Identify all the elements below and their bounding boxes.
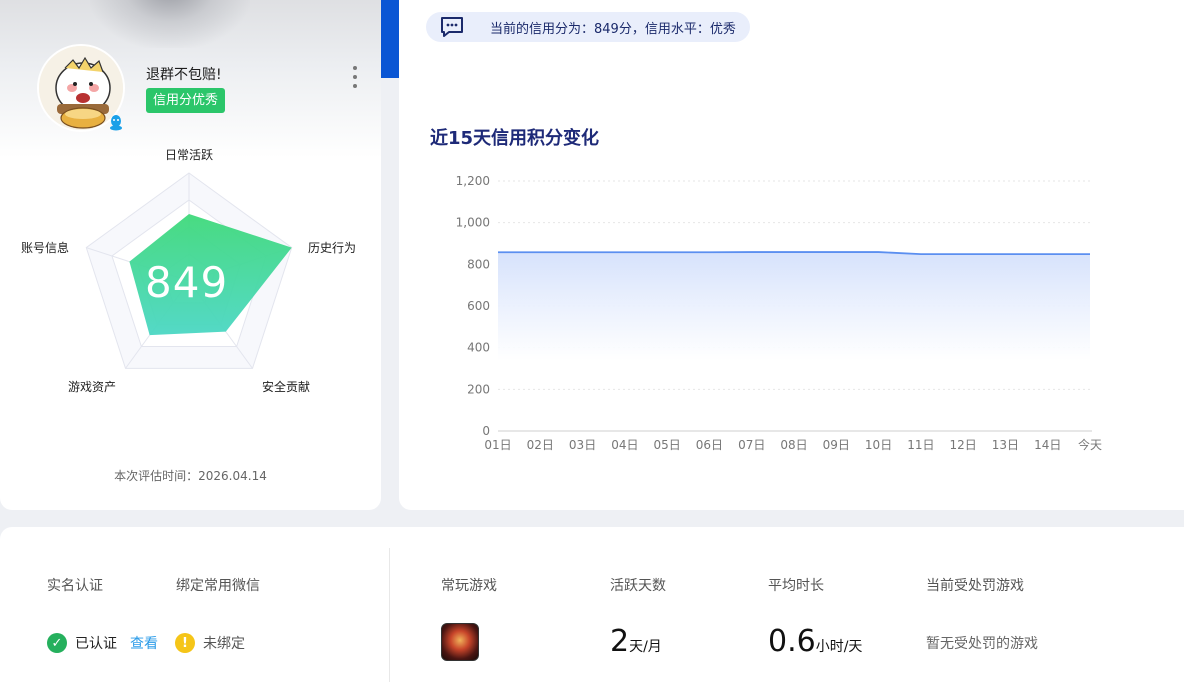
credit-trend-chart: 0 200 400 600 800 1,000 1,200 01日 02日 03日 04日 05日 06… bbox=[456, 174, 1102, 452]
no-punish-text: 暂无受处罚的游戏 bbox=[926, 636, 1038, 652]
active-days-value: 2 bbox=[610, 624, 630, 659]
active-days-stat: 2天/月 bbox=[610, 624, 662, 659]
wechat-status: ! 未绑定 bbox=[175, 633, 245, 653]
x-tick-label: 06日 bbox=[696, 438, 723, 452]
view-link[interactable]: 查看 bbox=[130, 633, 158, 653]
wechat-label: 绑定常用微信 bbox=[176, 578, 260, 594]
y-tick-label: 800 bbox=[467, 257, 490, 271]
y-tick-label: 600 bbox=[467, 299, 490, 313]
active-days-label: 活跃天数 bbox=[610, 578, 666, 594]
x-tick-label: 12日 bbox=[950, 438, 977, 452]
wechat-status-text: 未绑定 bbox=[203, 636, 245, 652]
y-tick-label: 0 bbox=[482, 424, 490, 438]
y-tick-label: 400 bbox=[467, 341, 490, 355]
chart-title: 近15天信用积分变化 bbox=[430, 128, 600, 149]
x-tick-label: 01日 bbox=[484, 438, 511, 452]
active-days-unit: 天/月 bbox=[629, 639, 662, 655]
qq-icon bbox=[110, 115, 122, 131]
account-info-card bbox=[0, 527, 1184, 682]
x-tick-label: 今天 bbox=[1078, 437, 1102, 452]
credit-notice: 当前的信用分为：849分，信用水平：优秀 bbox=[426, 12, 750, 42]
x-tick-label: 04日 bbox=[611, 438, 638, 452]
message-icon bbox=[441, 17, 463, 37]
avg-time-unit: 小时/天 bbox=[815, 639, 863, 655]
realname-label: 实名认证 bbox=[47, 578, 103, 594]
y-tick-label: 1,000 bbox=[456, 216, 490, 230]
more-vertical-icon[interactable] bbox=[346, 66, 364, 88]
fav-game-label: 常玩游戏 bbox=[441, 578, 497, 594]
warning-circle-icon: ! bbox=[175, 633, 195, 653]
avg-time-stat: 0.6小时/天 bbox=[768, 624, 862, 659]
notice-text: 当前的信用分为：849分，信用水平：优秀 bbox=[490, 21, 736, 37]
y-tick-label: 1,200 bbox=[456, 174, 490, 188]
radar-label-daily: 日常活跃 bbox=[165, 148, 214, 162]
x-tick-label: 09日 bbox=[823, 438, 850, 452]
punish-label: 当前受处罚游戏 bbox=[926, 578, 1024, 594]
x-tick-label: 14日 bbox=[1034, 438, 1061, 452]
area-fill bbox=[498, 252, 1090, 361]
x-tick-label: 08日 bbox=[780, 438, 807, 452]
credit-score-value: 849 bbox=[145, 258, 229, 307]
accent-strip bbox=[381, 0, 399, 78]
x-tick-label: 10日 bbox=[865, 438, 892, 452]
avg-time-label: 平均时长 bbox=[768, 578, 824, 594]
credit-level-badge: 信用分优秀 bbox=[146, 88, 226, 113]
radar-label-history: 历史行为 bbox=[308, 241, 357, 255]
evaluation-time: 本次评估时间：2026.04.14 bbox=[114, 469, 267, 483]
x-tick-label: 13日 bbox=[992, 438, 1019, 452]
radar-label-security: 安全贡献 bbox=[262, 380, 311, 394]
username: 退群不包赔! bbox=[146, 67, 222, 83]
x-tick-label: 03日 bbox=[569, 438, 596, 452]
radar-label-assets: 游戏资产 bbox=[68, 380, 117, 394]
radar-label-account: 账号信息 bbox=[21, 241, 70, 255]
game-icon[interactable] bbox=[441, 623, 479, 661]
avg-time-value: 0.6 bbox=[768, 624, 816, 659]
x-tick-label: 02日 bbox=[527, 438, 554, 452]
y-tick-label: 200 bbox=[467, 382, 490, 396]
x-tick-label: 11日 bbox=[907, 438, 934, 452]
realname-status-text: 已认证 bbox=[75, 636, 117, 652]
divider bbox=[389, 548, 390, 682]
realname-status: ✓ 已认证 查看 bbox=[47, 633, 158, 653]
check-circle-icon: ✓ bbox=[47, 633, 67, 653]
x-tick-label: 05日 bbox=[654, 438, 681, 452]
x-tick-label: 07日 bbox=[738, 438, 765, 452]
